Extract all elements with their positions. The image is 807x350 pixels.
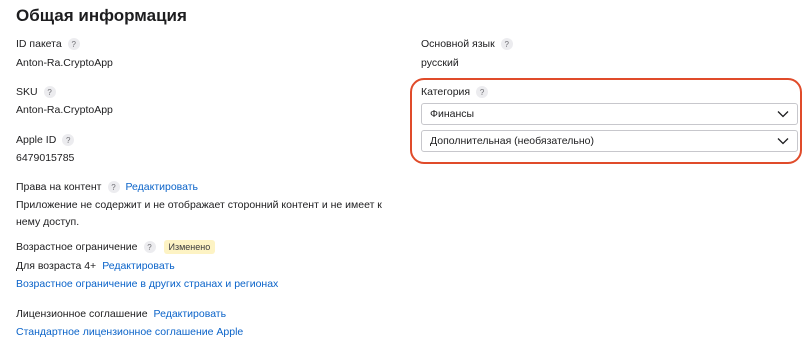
primary-language-value: русский [421, 57, 459, 69]
primary-language-label: Основной язык ? [421, 38, 513, 50]
license-edit-link[interactable]: Редактировать [154, 308, 227, 320]
help-icon[interactable]: ? [67, 38, 80, 50]
primary-language-label-text: Основной язык [421, 38, 495, 50]
package-id-value: Anton-Ra.CryptoApp [16, 57, 113, 69]
category-label: Категория ? [421, 86, 489, 98]
package-id-label: ID пакета ? [16, 38, 80, 50]
help-icon[interactable]: ? [43, 86, 56, 98]
primary-category-value: Финансы [430, 108, 475, 120]
help-icon[interactable]: ? [143, 241, 156, 253]
sku-value: Anton-Ra.CryptoApp [16, 104, 113, 116]
license-label-text: Лицензионное соглашение [16, 308, 148, 320]
age-rating-value: Для возраста 4+ [16, 260, 97, 272]
secondary-category-select[interactable]: Дополнительная (необязательно) [421, 130, 798, 152]
sku-label-text: SKU [16, 86, 38, 98]
package-id-label-text: ID пакета [16, 38, 62, 50]
apple-id-label-text: Apple ID [16, 134, 57, 146]
apple-id-label: Apple ID ? [16, 134, 75, 146]
content-rights-edit-link[interactable]: Редактировать [126, 181, 199, 193]
help-icon[interactable]: ? [62, 134, 75, 146]
status-badge: Изменено [163, 240, 216, 254]
content-rights-description: Приложение не содержит и не отображает с… [16, 199, 382, 228]
help-icon[interactable]: ? [476, 86, 489, 98]
content-rights-label-text: Права на контент [16, 181, 102, 193]
age-rating-edit-link[interactable]: Редактировать [102, 260, 175, 272]
chevron-down-icon [777, 138, 789, 145]
page-title: Общая информация [16, 6, 187, 25]
license-standard-link[interactable]: Стандартное лицензионное соглашение Appl… [16, 326, 243, 338]
chevron-down-icon [777, 111, 789, 118]
age-rating-other-regions-link[interactable]: Возрастное ограничение в других странах … [16, 278, 278, 290]
help-icon[interactable]: ? [500, 38, 513, 50]
age-rating-label: Возрастное ограничение ? Изменено [16, 240, 216, 254]
secondary-category-value: Дополнительная (необязательно) [430, 135, 594, 147]
primary-category-select[interactable]: Финансы [421, 103, 798, 125]
sku-label: SKU ? [16, 86, 56, 98]
help-icon[interactable]: ? [107, 181, 120, 193]
apple-id-value: 6479015785 [16, 152, 75, 164]
age-rating-row: Для возраста 4+ Редактировать [16, 260, 175, 272]
content-rights-label: Права на контент ? Редактировать [16, 181, 198, 193]
license-label: Лицензионное соглашение Редактировать [16, 308, 226, 320]
age-rating-label-text: Возрастное ограничение [16, 241, 138, 253]
category-label-text: Категория [421, 86, 471, 98]
